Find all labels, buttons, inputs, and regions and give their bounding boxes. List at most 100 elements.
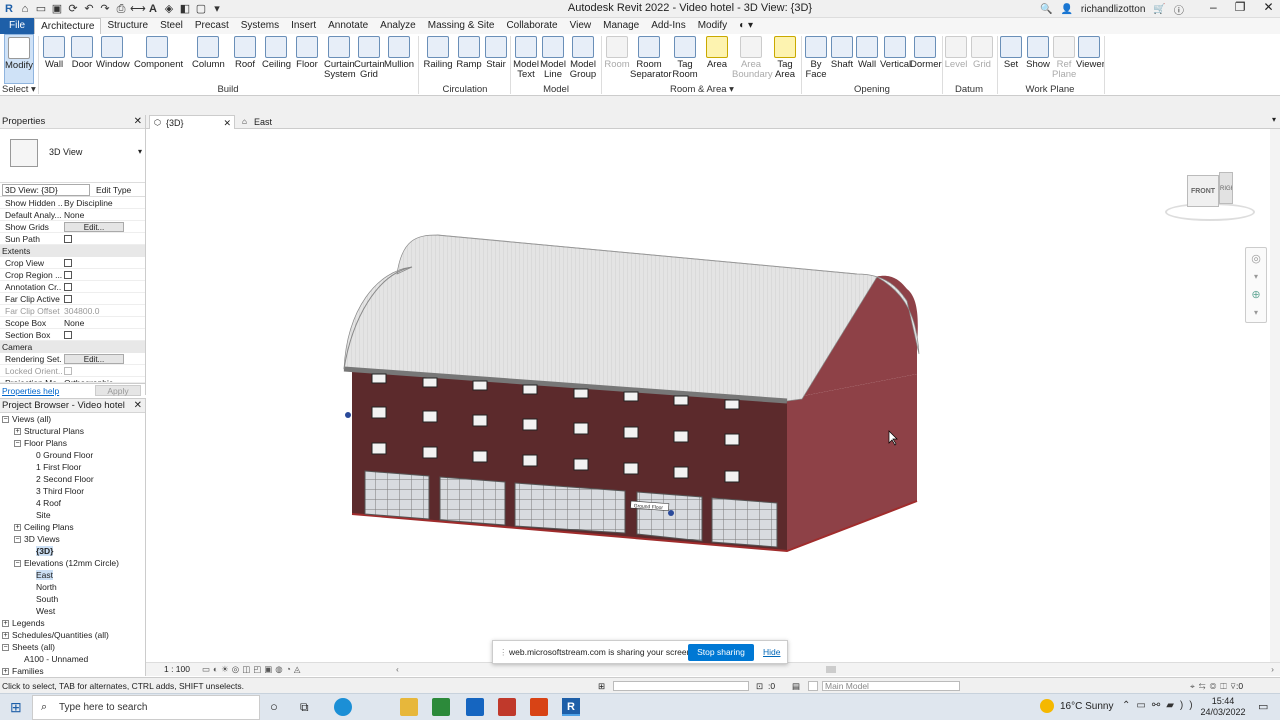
tab-insert[interactable]: Insert [285, 18, 322, 34]
viewcube[interactable]: FRONT RIGHT [1165, 169, 1255, 225]
scroll-left-icon[interactable]: ‹ [396, 663, 399, 676]
modify-button[interactable]: Modify [4, 34, 34, 84]
browser-item[interactable]: + Schedules/Quantities (all) [0, 629, 145, 641]
tab-extra-dropdown-icon[interactable]: ◐ ▾ [733, 18, 759, 34]
room-button[interactable]: Room [604, 34, 630, 84]
model-line-button[interactable]: Model Line [540, 34, 566, 84]
browser-item[interactable]: 0 Ground Floor [0, 449, 145, 461]
steering-wheel-icon[interactable]: ◎ [1246, 248, 1266, 270]
tab-annotate[interactable]: Annotate [322, 18, 374, 34]
railing-button[interactable]: Railing [422, 34, 454, 84]
tab-analyze[interactable]: Analyze [374, 18, 422, 34]
design-option-dropdown[interactable]: Main Model [822, 681, 960, 691]
browser-item[interactable]: North [0, 581, 145, 593]
model-text-button[interactable]: Model Text [512, 34, 540, 84]
level-button[interactable]: Level [944, 34, 968, 84]
browser-item[interactable]: 1 First Floor [0, 461, 145, 473]
expand-icon[interactable]: + [2, 632, 9, 640]
browser-item[interactable]: − Elevations (12mm Circle) [0, 557, 145, 569]
revit-taskbar-icon[interactable]: R [562, 698, 580, 716]
ref-plane-button[interactable]: Ref Plane [1052, 34, 1076, 84]
browser-item[interactable]: + Ceiling Plans [0, 521, 145, 533]
windows-start-icon[interactable]: ⊞ [10, 698, 28, 716]
chevron-down-icon[interactable]: ▾ [1246, 270, 1266, 284]
status-selection-icons[interactable]: ⌖⇆◎◫⊽ [1190, 678, 1240, 694]
expand-icon[interactable]: + [14, 524, 21, 532]
tab-manage[interactable]: Manage [597, 18, 645, 34]
model-group-button[interactable]: Model Group [568, 34, 598, 84]
3d-viewport[interactable]: Ground Floor FRONT RIGHT ◎ ▾ ⊕ ▾ [147, 129, 1270, 662]
tab-view[interactable]: View [564, 18, 598, 34]
notifications-icon[interactable]: ▭ [1258, 700, 1268, 713]
filter-icon[interactable]: ⊡ [756, 678, 763, 694]
type-selector[interactable]: 3D View ▾ [0, 129, 145, 183]
collapse-icon[interactable]: − [14, 440, 21, 448]
collapse-icon[interactable]: − [2, 416, 9, 424]
view-control-icons[interactable]: ▭◐☀◎◫◰▣◍◔◬ [202, 663, 303, 676]
tray-icons[interactable]: ⌃▭⚯▰)) [1122, 700, 1199, 711]
browser-item[interactable]: 2 Second Floor [0, 473, 145, 485]
ceiling-button[interactable]: Ceiling [262, 34, 291, 84]
sun-path-checkbox[interactable] [64, 235, 72, 243]
task-view-icon[interactable]: ⧉ [300, 698, 318, 716]
expand-icon[interactable]: + [2, 668, 9, 676]
properties-help-link[interactable]: Properties help [2, 386, 59, 396]
rendering-settings-edit-button[interactable]: Edit... [64, 354, 124, 364]
scope-box-value[interactable]: None [62, 317, 145, 328]
tab-massing-site[interactable]: Massing & Site [422, 18, 501, 34]
acrobat-icon[interactable] [498, 698, 516, 716]
tab-steel[interactable]: Steel [154, 18, 189, 34]
close-icon[interactable]: ✕ [223, 116, 231, 130]
open-icon[interactable]: ▭ [34, 2, 48, 16]
show-grids-edit-button[interactable]: Edit... [64, 222, 124, 232]
home-icon[interactable]: ⌂ [18, 2, 32, 16]
close-icon[interactable]: ✕ [1263, 0, 1273, 14]
design-options-icon[interactable]: ▤ [792, 678, 800, 694]
hide-link[interactable]: Hide [763, 641, 780, 663]
annotation-crop-checkbox[interactable] [64, 283, 72, 291]
close-icon[interactable]: ✕ [134, 399, 142, 413]
revit-logo-icon[interactable]: R [2, 2, 16, 16]
tag-area-button[interactable]: Tag Area [772, 34, 798, 84]
browser-item[interactable]: 3 Third Floor [0, 485, 145, 497]
restore-icon[interactable]: ❐ [1235, 0, 1246, 14]
search-icon[interactable]: 🔍 [1040, 4, 1052, 15]
close-icon[interactable]: ✕ [134, 115, 142, 129]
roof-button[interactable]: Roof [232, 34, 258, 84]
viewcube-front-face[interactable]: FRONT [1187, 175, 1219, 207]
save-icon[interactable]: ▣ [50, 2, 64, 16]
viewcube-right-face[interactable]: RIGHT [1219, 172, 1233, 204]
browser-item[interactable]: South [0, 593, 145, 605]
edit-type-button[interactable]: Edit Type [96, 185, 131, 195]
apply-button[interactable]: Apply [95, 385, 141, 396]
area-boundary-button[interactable]: Area Boundary [732, 34, 773, 84]
tab-3d-view[interactable]: ⬡ {3D} ✕ [149, 115, 235, 129]
redo-icon[interactable]: ↷ [98, 2, 112, 16]
shaft-button[interactable]: Shaft [830, 34, 854, 84]
help-icon[interactable]: ⓘ [1174, 2, 1184, 17]
cortana-icon[interactable]: ○ [270, 698, 288, 716]
room-separator-button[interactable]: Room Separator [630, 34, 672, 84]
user-name[interactable]: richandlizotton [1081, 4, 1145, 15]
select-panel-label[interactable]: Select ▾ [2, 84, 42, 95]
collapse-icon[interactable]: − [14, 536, 21, 544]
tab-structure[interactable]: Structure [101, 18, 154, 34]
browser-item[interactable]: {3D} [0, 545, 145, 557]
viewer-button[interactable]: Viewer [1076, 34, 1105, 84]
close-hidden-icon[interactable]: ▢ [194, 2, 208, 16]
worksets-icon[interactable]: ⊞ [598, 678, 605, 694]
curtain-grid-button[interactable]: Curtain Grid [354, 34, 385, 84]
clock-time[interactable]: 15:44 [1200, 696, 1246, 706]
by-face-button[interactable]: By Face [804, 34, 828, 84]
tab-architecture[interactable]: Architecture [34, 18, 102, 34]
level-grip[interactable] [668, 510, 674, 516]
qat-dropdown-icon[interactable]: ▾ [210, 2, 224, 16]
browser-item[interactable]: −3D Views [0, 533, 145, 545]
workset-dropdown[interactable] [613, 681, 749, 691]
column-button[interactable]: Column [192, 34, 225, 84]
tag-room-button[interactable]: Tag Room [670, 34, 700, 84]
mail-icon[interactable] [466, 698, 484, 716]
horizontal-scroll-thumb[interactable] [826, 666, 836, 673]
drag-handle-icon[interactable]: ⋮ [499, 641, 508, 663]
ramp-button[interactable]: Ramp [456, 34, 482, 84]
